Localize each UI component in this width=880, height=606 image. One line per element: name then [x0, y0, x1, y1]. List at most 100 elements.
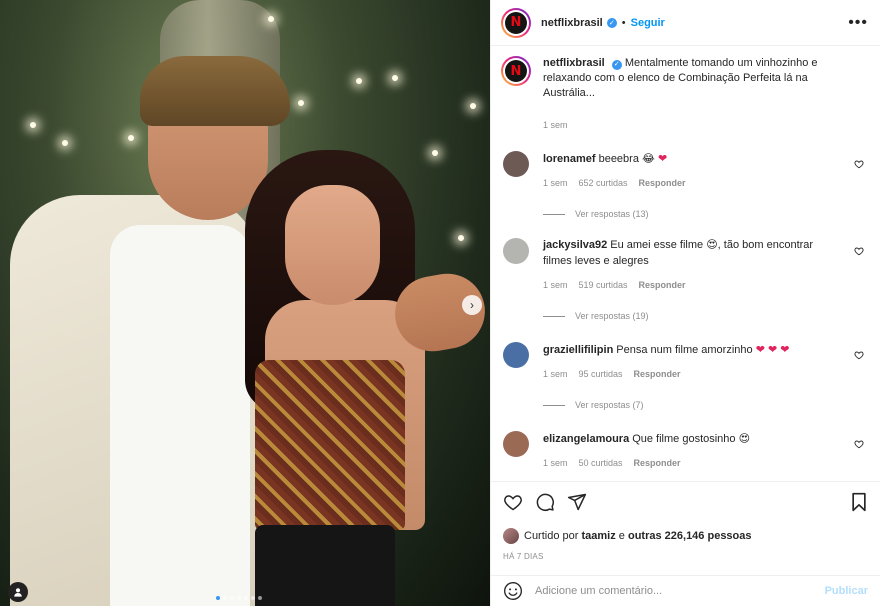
comment-age[interactable]: 1 sem: [543, 278, 568, 293]
comment-button[interactable]: [535, 492, 555, 512]
commenter-username[interactable]: graziellifilipin: [543, 344, 613, 356]
follow-button[interactable]: Seguir: [631, 17, 665, 29]
carousel-dot: [244, 596, 248, 600]
tagged-users-button[interactable]: [8, 582, 28, 602]
publish-button[interactable]: Publicar: [825, 585, 868, 597]
comment-like-button[interactable]: [854, 246, 864, 259]
carousel-dot: [237, 596, 241, 600]
likes-prefix: Curtido por: [524, 530, 579, 542]
comment-like-button[interactable]: [854, 350, 864, 363]
likes-summary[interactable]: Curtido por taamiz e outras 226,146 pess…: [503, 528, 868, 544]
save-button[interactable]: [850, 492, 868, 512]
comment-age[interactable]: 1 sem: [543, 176, 568, 191]
chevron-right-icon: ›: [470, 298, 474, 312]
replies-line: [543, 214, 565, 215]
likes-others[interactable]: outras 226,146 pessoas: [628, 530, 752, 542]
comment-like-button[interactable]: [854, 439, 864, 452]
commenter-username[interactable]: elizangelamoura: [543, 433, 629, 445]
comments-section[interactable]: N netflixbrasil ✓ Mentalmente tomando um…: [491, 46, 880, 481]
reply-button[interactable]: Responder: [639, 278, 686, 293]
view-replies-label: Ver respostas (13): [575, 209, 649, 219]
comment-age[interactable]: 1 sem: [543, 456, 568, 471]
carousel-dot: [216, 596, 220, 600]
string-light: [62, 140, 68, 146]
string-light: [268, 16, 274, 22]
replies-line: [543, 316, 565, 317]
caption-avatar[interactable]: N: [501, 56, 531, 86]
string-light: [30, 122, 36, 128]
netflix-logo-icon: N: [505, 11, 527, 34]
comment-text: Pensa num filme amorzinho: [616, 344, 753, 356]
comment-text: Que filme gostosinho: [632, 433, 736, 445]
commenter-username[interactable]: jackysilva92: [543, 239, 607, 251]
reply-button[interactable]: Responder: [634, 456, 681, 471]
post-header: N netflixbrasil ✓ • Seguir •••: [491, 0, 880, 46]
post-actions: Curtido por taamiz e outras 226,146 pess…: [491, 481, 880, 561]
replies-line: [543, 405, 565, 406]
string-light: [298, 100, 304, 106]
heart-icon: [854, 247, 864, 256]
view-replies-button[interactable]: Ver respostas (7): [543, 398, 843, 413]
string-light: [470, 103, 476, 109]
comment-likes[interactable]: 50 curtidas: [579, 456, 623, 471]
emoji-smile-icon: [504, 582, 522, 600]
reply-button[interactable]: Responder: [634, 367, 681, 382]
view-replies-label: Ver respostas (19): [575, 311, 649, 321]
comment-likes[interactable]: 652 curtidas: [579, 176, 628, 191]
post-photo[interactable]: ›: [0, 0, 490, 606]
man-hair: [140, 56, 290, 126]
carousel-dots: [216, 596, 262, 600]
post-time[interactable]: HÁ 7 DIAS: [503, 552, 868, 561]
carousel-dot: [251, 596, 255, 600]
commenter-username[interactable]: lorenamef: [543, 153, 596, 165]
string-light: [128, 135, 134, 141]
view-replies-button[interactable]: Ver respostas (13): [543, 207, 843, 222]
next-slide-button[interactable]: ›: [462, 295, 482, 315]
comment-age[interactable]: 1 sem: [543, 367, 568, 382]
like-button[interactable]: [503, 492, 523, 512]
add-comment-bar: Publicar: [491, 575, 880, 606]
post-caption: N netflixbrasil ✓ Mentalmente tomando um…: [501, 56, 868, 133]
comment-likes[interactable]: 95 curtidas: [579, 367, 623, 382]
heart-icon: [854, 160, 864, 169]
woman-pants: [255, 525, 395, 606]
comment-item: graziellifilipin Pensa num filme amorzinh…: [501, 342, 868, 413]
comment-input[interactable]: [535, 585, 825, 597]
account-avatar[interactable]: N: [501, 7, 531, 38]
man-tshirt: [110, 225, 250, 606]
heart-icon: [504, 495, 522, 511]
comment-item: lorenamef beeebra 😂 ❤ 1 sem 652 curtidas Res…: [501, 151, 868, 222]
heart-icon: [854, 440, 864, 449]
netflix-logo-icon: N: [505, 60, 527, 82]
string-light: [432, 150, 438, 156]
comment-likes[interactable]: 519 curtidas: [579, 278, 628, 293]
verified-badge-icon: ✓: [611, 59, 622, 70]
woman-brocade-top: [255, 360, 405, 530]
commenter-avatar[interactable]: [503, 238, 529, 264]
emoji-button[interactable]: [503, 581, 523, 601]
comment-like-button[interactable]: [854, 159, 864, 172]
comment-emoji: 😍: [738, 432, 751, 445]
user-icon: [14, 588, 22, 597]
more-options-button[interactable]: •••: [848, 14, 868, 32]
comment-item: jackysilva92 Eu amei esse filme 😍, tão bo…: [501, 238, 868, 324]
caption-username[interactable]: netflixbrasil: [543, 57, 605, 69]
header-separator: •: [621, 16, 626, 29]
comment-text: beeebra: [598, 153, 639, 165]
commenter-avatar[interactable]: [503, 431, 529, 457]
string-light: [356, 78, 362, 84]
bookmark-icon: [852, 492, 866, 512]
likes-connector: e: [618, 530, 625, 542]
account-username[interactable]: netflixbrasil: [541, 17, 603, 29]
verified-badge-icon: ✓: [606, 17, 617, 28]
comment-hearts: ❤: [657, 153, 668, 165]
commenter-avatar[interactable]: [503, 342, 529, 368]
share-button[interactable]: [567, 492, 587, 512]
view-replies-button[interactable]: Ver respostas (19): [543, 309, 843, 324]
send-icon: [567, 493, 587, 511]
reply-button[interactable]: Responder: [639, 176, 686, 191]
comment-hearts: ❤ ❤ ❤: [755, 344, 790, 356]
heart-icon: [854, 351, 864, 360]
liker-username[interactable]: taamiz: [581, 530, 615, 542]
commenter-avatar[interactable]: [503, 151, 529, 177]
